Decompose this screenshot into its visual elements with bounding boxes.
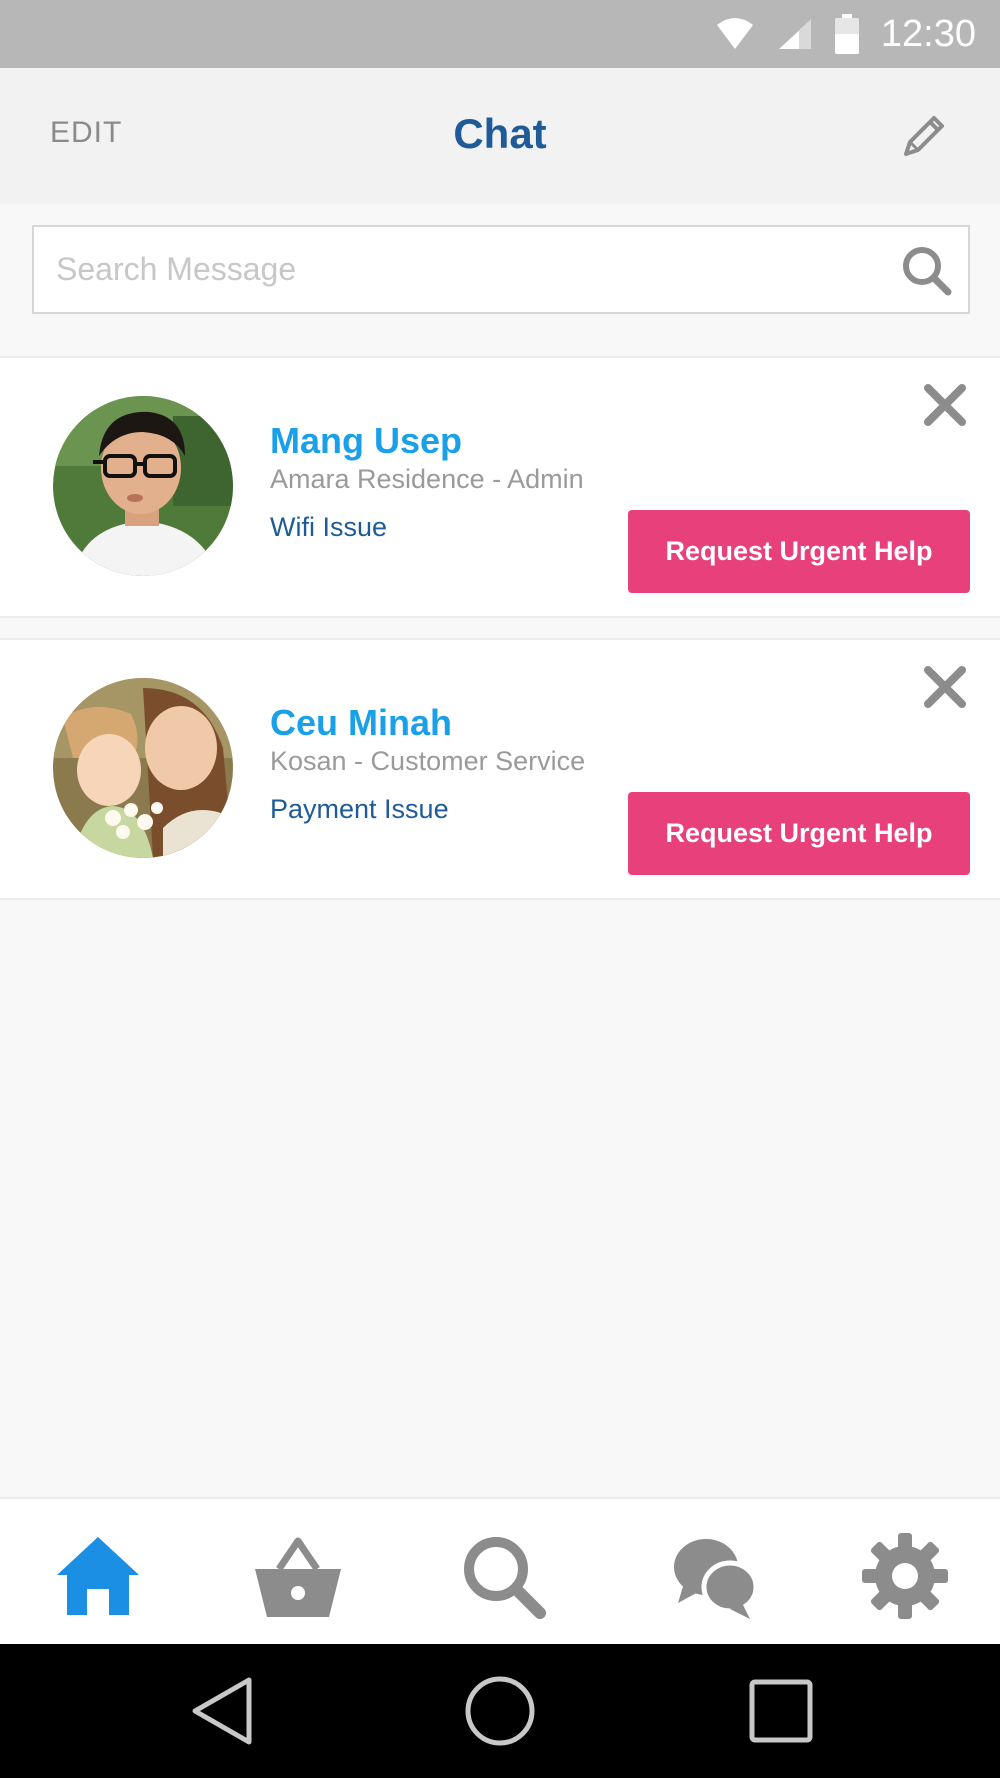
search-icon — [464, 1537, 546, 1619]
battery-icon — [834, 14, 859, 54]
status-bar: 12:30 — [0, 0, 1000, 68]
gear-icon — [862, 1533, 948, 1619]
app-header: EDIT Chat — [0, 68, 1000, 204]
close-icon — [924, 666, 966, 708]
avatar-mang-usep — [53, 396, 233, 576]
contact-role: Kosan - Customer Service — [270, 746, 586, 776]
page-title: Chat — [453, 110, 547, 157]
system-recents-button[interactable] — [744, 1674, 818, 1748]
request-urgent-help-button[interactable]: Request Urgent Help — [628, 510, 970, 593]
bottom-nav — [0, 1497, 1000, 1644]
nav-basket[interactable] — [253, 1531, 343, 1621]
issue-label: Payment Issue — [270, 794, 449, 824]
search-button[interactable] — [900, 244, 954, 298]
issue-label: Wifi Issue — [270, 512, 388, 542]
avatar[interactable] — [53, 396, 233, 576]
chat-card[interactable]: Mang Usep Amara Residence - Admin Wifi I… — [0, 356, 1000, 618]
contact-name: Ceu Minah — [270, 702, 453, 743]
pencil-icon — [904, 116, 944, 156]
search-icon — [903, 247, 952, 296]
close-button[interactable] — [922, 664, 968, 710]
home-icon — [57, 1537, 139, 1615]
nav-settings[interactable] — [860, 1531, 950, 1621]
chat-bubbles-icon — [674, 1539, 759, 1619]
chat-card[interactable]: Ceu Minah Kosan - Customer Service Payme… — [0, 638, 1000, 900]
system-back-button[interactable] — [185, 1674, 259, 1748]
avatar-ceu-minah — [53, 678, 233, 858]
close-button[interactable] — [922, 382, 968, 428]
contact-role: Amara Residence - Admin — [270, 464, 584, 494]
nav-search[interactable] — [458, 1531, 548, 1621]
status-time: 12:30 — [880, 12, 976, 55]
contact-name: Mang Usep — [270, 420, 463, 461]
search-bar — [32, 225, 970, 314]
request-urgent-help-button[interactable]: Request Urgent Help — [628, 792, 970, 875]
recents-icon — [749, 1679, 813, 1743]
chat-screen: 12:30 EDIT Chat Search Message Mang Usep… — [0, 0, 1000, 1778]
signal-icon — [778, 19, 811, 49]
back-icon — [192, 1677, 252, 1745]
system-nav-bar — [0, 1644, 1000, 1778]
compose-button[interactable] — [898, 110, 950, 162]
basket-icon — [255, 1537, 341, 1617]
nav-chat[interactable] — [670, 1531, 760, 1621]
nav-home[interactable] — [53, 1531, 143, 1621]
system-home-button[interactable] — [463, 1674, 537, 1748]
status-icons: 12:30 — [715, 0, 976, 68]
home-circle-icon — [465, 1676, 535, 1746]
avatar[interactable] — [53, 678, 233, 858]
close-icon — [924, 384, 966, 426]
search-input[interactable] — [56, 227, 876, 312]
wifi-icon — [716, 18, 753, 49]
